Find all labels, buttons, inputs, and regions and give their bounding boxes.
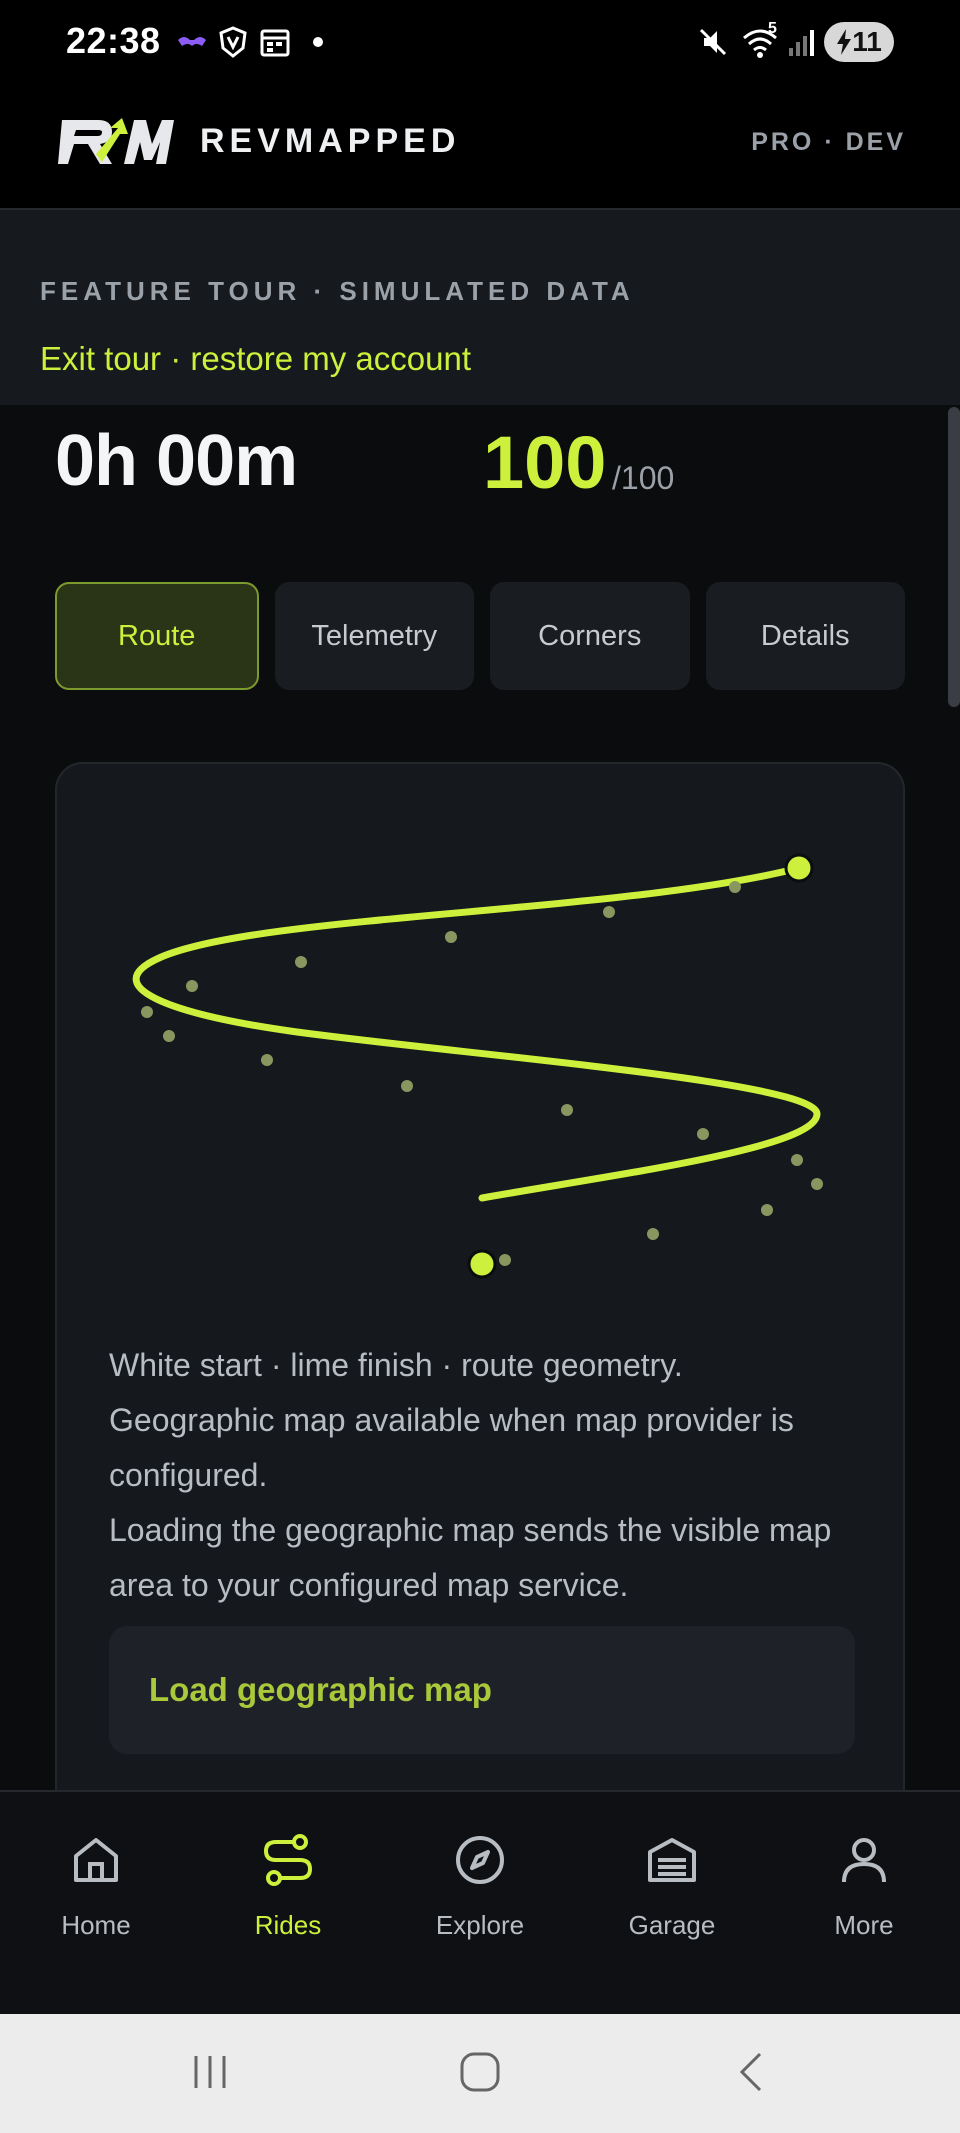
tour-label: FEATURE TOUR · SIMULATED DATA bbox=[40, 276, 635, 306]
nav-label: Explore bbox=[435, 1910, 525, 1940]
garage-icon bbox=[648, 1838, 696, 1882]
nav-explore[interactable]: Explore bbox=[384, 1792, 576, 2014]
ride-duration: 0h 00m bbox=[55, 421, 298, 501]
waypoint bbox=[445, 931, 457, 943]
route-description: White start · lime finish · route geomet… bbox=[109, 1338, 869, 1613]
route-icon bbox=[263, 1834, 313, 1886]
signal-icon bbox=[788, 26, 814, 58]
route-description-line: Loading the geographic map sends the vis… bbox=[109, 1512, 832, 1603]
home-icon bbox=[74, 1838, 118, 1882]
waypoint bbox=[401, 1080, 413, 1092]
nav-home[interactable]: Home bbox=[0, 1792, 192, 2014]
vpn-shield-icon bbox=[218, 26, 248, 58]
waypoint bbox=[697, 1128, 709, 1140]
compass-icon bbox=[456, 1836, 504, 1884]
status-time: 22:38 bbox=[66, 20, 161, 61]
charging-bolt-icon bbox=[837, 29, 852, 55]
route-description-line: Geographic map available when map provid… bbox=[109, 1402, 794, 1493]
waypoint bbox=[186, 980, 198, 992]
revmapped-logo[interactable] bbox=[58, 114, 174, 175]
tab-telemetry[interactable]: Telemetry bbox=[274, 582, 474, 690]
calendar-icon bbox=[260, 26, 290, 58]
app-notification-icon bbox=[176, 26, 208, 58]
waypoint bbox=[811, 1178, 823, 1190]
exit-tour-link[interactable]: Exit tour · restore my account bbox=[40, 340, 471, 378]
waypoint bbox=[499, 1254, 511, 1266]
tab-details[interactable]: Details bbox=[705, 582, 905, 690]
feature-tour-banner: FEATURE TOUR · SIMULATED DATA Exit tour … bbox=[0, 210, 960, 405]
route-geometry-map[interactable] bbox=[57, 764, 905, 1324]
nav-label: Home bbox=[61, 1910, 131, 1940]
waypoint bbox=[761, 1204, 773, 1216]
scrollbar-thumb[interactable] bbox=[948, 407, 960, 707]
home-circle-icon[interactable] bbox=[458, 2050, 502, 2094]
load-geographic-map-button[interactable]: Load geographic map bbox=[109, 1626, 855, 1754]
waypoint bbox=[647, 1228, 659, 1240]
waypoint bbox=[603, 906, 615, 918]
waypoint bbox=[561, 1104, 573, 1116]
nav-rides[interactable]: Rides bbox=[192, 1792, 384, 2014]
battery-indicator: 11 bbox=[824, 22, 894, 62]
status-bar: 22:38 5 11 bbox=[0, 0, 960, 84]
brand-name: REVMAPPED bbox=[200, 122, 461, 160]
battery-level: 11 bbox=[852, 26, 882, 57]
waypoint bbox=[163, 1030, 175, 1042]
ride-score: 100 bbox=[483, 421, 607, 504]
route-card: White start · lime finish · route geomet… bbox=[55, 762, 905, 1822]
route-description-line: White start · lime finish · route geomet… bbox=[109, 1347, 683, 1383]
dot-icon bbox=[312, 26, 324, 58]
nav-label: Garage bbox=[628, 1910, 716, 1940]
wifi-label: 5 bbox=[768, 20, 777, 37]
system-nav-bar bbox=[0, 2014, 960, 2133]
route-path bbox=[132, 864, 821, 1202]
waypoint bbox=[729, 881, 741, 893]
plan-badge: PRO · DEV bbox=[751, 128, 906, 156]
nav-more[interactable]: More bbox=[768, 1792, 960, 2014]
waypoint bbox=[295, 956, 307, 968]
waypoint bbox=[141, 1006, 153, 1018]
mute-icon bbox=[698, 26, 728, 58]
nav-label: Rides bbox=[254, 1910, 322, 1940]
ride-tabs: Route Telemetry Corners Details bbox=[55, 582, 905, 690]
bottom-nav: Home Rides Explore Garage More bbox=[0, 1790, 960, 2014]
waypoint bbox=[261, 1054, 273, 1066]
nav-label: More bbox=[834, 1910, 894, 1940]
wifi-icon: 5 bbox=[742, 20, 782, 58]
back-icon[interactable] bbox=[730, 2050, 774, 2094]
app-header: REVMAPPED PRO · DEV bbox=[0, 84, 960, 210]
ride-score-max: /100 bbox=[612, 460, 675, 496]
waypoint bbox=[791, 1154, 803, 1166]
tab-route[interactable]: Route bbox=[55, 582, 259, 690]
tab-corners[interactable]: Corners bbox=[490, 582, 690, 690]
person-icon bbox=[842, 1838, 886, 1883]
recent-apps-icon[interactable] bbox=[190, 2050, 234, 2094]
route-start-marker bbox=[467, 1249, 497, 1279]
route-finish-marker bbox=[784, 853, 814, 883]
logo-icon bbox=[58, 118, 174, 164]
nav-garage[interactable]: Garage bbox=[576, 1792, 768, 2014]
